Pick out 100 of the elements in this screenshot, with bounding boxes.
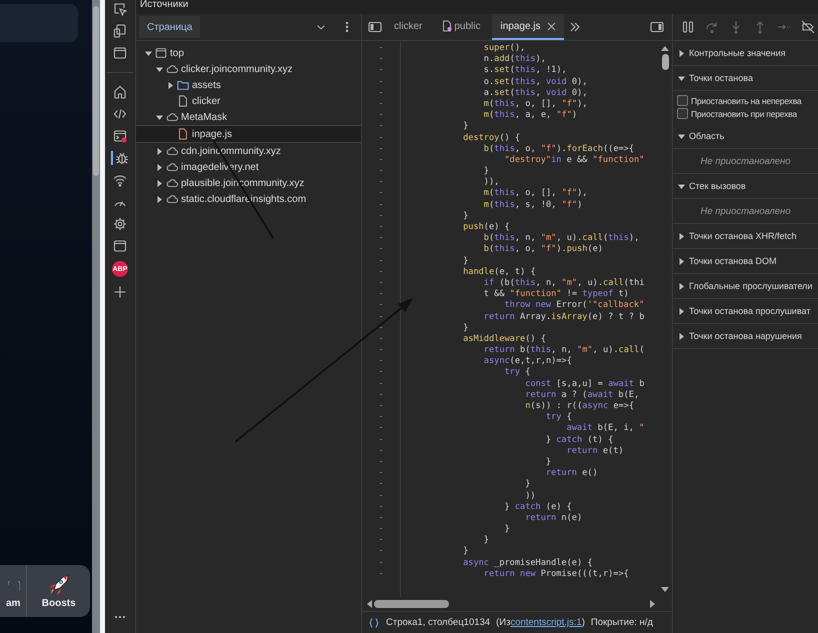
code-line: try { — [503, 367, 532, 379]
tree-label: inpage.js — [192, 128, 232, 140]
scroll-down-icon[interactable] — [661, 587, 669, 593]
scroll-left-icon[interactable] — [366, 600, 372, 608]
home-icon[interactable] — [113, 85, 127, 99]
cloud-icon[interactable] — [166, 193, 178, 205]
scrollbar-thumb[interactable] — [374, 600, 449, 608]
close-icon[interactable] — [546, 22, 556, 30]
section-header[interactable]: Точки останова прослушиват — [673, 299, 818, 324]
line-marker: - — [377, 367, 385, 379]
wifi-icon[interactable] — [113, 173, 127, 187]
cloud-icon[interactable] — [166, 145, 178, 157]
double-chevron-icon[interactable] — [568, 20, 582, 34]
expand-triangle-icon[interactable] — [678, 182, 685, 190]
tree-label: MetaMask — [181, 112, 228, 122]
cloud-icon[interactable] — [166, 161, 178, 173]
line-marker: - — [377, 322, 385, 334]
section-header[interactable]: Глобальные прослушиватели — [673, 274, 818, 299]
code-line: b(this, o, "f").forEach((e=>{ — [482, 144, 636, 155]
tree-row[interactable]: inpage.js — [136, 125, 361, 143]
frame-icon[interactable] — [155, 47, 167, 59]
collapse-triangle-icon[interactable] — [166, 82, 174, 88]
file-tab[interactable]: public — [434, 14, 488, 40]
tree-row[interactable]: assets — [136, 77, 361, 93]
collapse-triangle-icon[interactable] — [678, 332, 685, 340]
tree-row[interactable]: imagedelivery.net — [136, 159, 361, 175]
collapse-triangle-icon[interactable] — [678, 50, 685, 56]
braces-icon[interactable] — [368, 616, 380, 628]
cloud-icon[interactable] — [166, 111, 178, 123]
sidebar-toggle-icon[interactable] — [368, 20, 382, 34]
expand-triangle-icon[interactable] — [156, 114, 162, 120]
nav-item[interactable]: am — [0, 565, 28, 617]
file-tab[interactable]: inpage.js — [492, 14, 564, 40]
tree-row[interactable]: top — [136, 45, 361, 61]
collapse-triangle-icon[interactable] — [678, 282, 685, 290]
expand-triangle-icon[interactable] — [678, 74, 685, 82]
scrollbar-thumb[interactable] — [662, 54, 668, 70]
code-line: a.set(this, void 0), — [482, 88, 588, 99]
deactivate-breakpoints-icon[interactable] — [801, 20, 815, 34]
file-tab[interactable]: clicker — [386, 14, 430, 40]
collapse-triangle-icon[interactable] — [678, 232, 685, 240]
code-line: } — [482, 166, 490, 178]
file-icon[interactable] — [177, 128, 189, 140]
device-icon[interactable] — [113, 24, 127, 38]
code-line: async(e,t,r,n)=>{ — [482, 356, 573, 368]
line-marker: - — [377, 524, 385, 536]
tree-row[interactable]: static.cloudflareinsights.com — [136, 191, 361, 207]
window-icon[interactable] — [113, 239, 127, 253]
collapse-triangle-icon[interactable] — [678, 308, 685, 314]
code-line: } — [462, 210, 470, 222]
tree-row[interactable]: clicker.joincommunity.xyz — [136, 61, 361, 77]
checkbox[interactable] — [677, 95, 688, 106]
collapse-triangle-icon[interactable] — [156, 180, 162, 186]
collapse-triangle-icon[interactable] — [156, 196, 162, 202]
tree-row[interactable]: MetaMask — [136, 109, 361, 125]
code-icon[interactable] — [113, 107, 127, 121]
section-header[interactable]: Точки останова — [673, 66, 818, 91]
tree-row[interactable]: cdn.joincommunity.xyz — [136, 143, 361, 159]
step-over-icon[interactable] — [705, 20, 719, 34]
tree-label: static.cloudflareinsights.com — [181, 194, 306, 204]
expand-triangle-icon[interactable] — [156, 66, 162, 72]
section-header[interactable]: Точки останова XHR/fetch — [673, 224, 818, 249]
section-header[interactable]: Точки останова DOM — [673, 249, 818, 274]
line-marker: - — [377, 132, 385, 144]
source-link[interactable]: contentscript.js:1 — [510, 617, 582, 628]
tree-row[interactable]: plausible.joincommunity.xyz — [136, 175, 361, 191]
pause-icon[interactable] — [681, 20, 695, 34]
scroll-up-icon[interactable] — [661, 45, 669, 51]
cloud-icon[interactable] — [166, 63, 178, 75]
collapse-triangle-icon[interactable] — [156, 164, 162, 170]
expand-triangle-icon[interactable] — [678, 132, 685, 140]
file-icon[interactable] — [177, 95, 189, 107]
code-line: )) — [524, 490, 537, 502]
line-marker: - — [377, 121, 385, 132]
scrollbar-thumb[interactable] — [93, 6, 99, 176]
section-header[interactable]: Стек вызовов — [673, 174, 818, 199]
section-header[interactable]: Область — [673, 124, 818, 149]
tree-row[interactable]: clicker — [136, 93, 361, 109]
window-icon[interactable] — [113, 46, 127, 60]
line-marker: - — [377, 98, 385, 110]
code-line: } — [503, 524, 511, 536]
line-marker: - — [377, 334, 385, 346]
section-header[interactable]: Точки останова нарушения — [673, 324, 818, 349]
scroll-right-icon[interactable] — [650, 600, 656, 608]
cloud-icon[interactable] — [166, 177, 178, 189]
more-icon[interactable] — [114, 615, 126, 619]
plus-icon[interactable] — [113, 285, 127, 299]
line-marker: - — [377, 244, 385, 256]
collapse-triangle-icon[interactable] — [678, 258, 685, 264]
checkbox[interactable] — [677, 108, 688, 119]
section-header[interactable]: Контрольные значения — [673, 41, 818, 66]
panel-toggle-icon[interactable] — [650, 20, 664, 34]
page-tab[interactable]: Страница — [139, 16, 200, 38]
nav-item[interactable]: Boosts — [27, 565, 90, 617]
collapse-triangle-icon[interactable] — [156, 148, 162, 154]
console-icon[interactable] — [113, 129, 127, 143]
inspect-icon[interactable] — [113, 2, 127, 16]
folder-icon[interactable] — [177, 79, 189, 91]
expand-triangle-icon[interactable] — [144, 50, 152, 56]
bug-icon[interactable] — [115, 151, 129, 165]
